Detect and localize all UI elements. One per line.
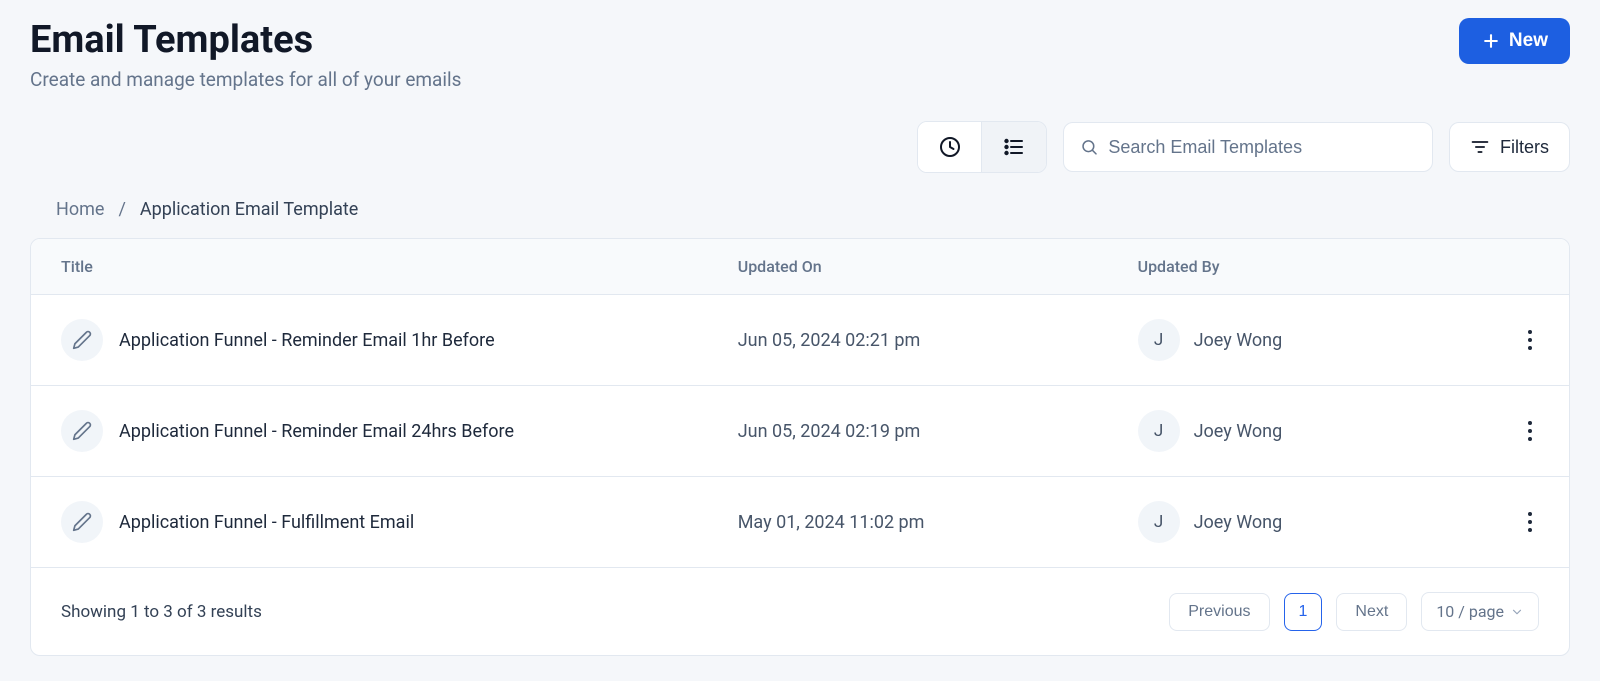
previous-button[interactable]: Previous	[1169, 593, 1269, 631]
template-title: Application Funnel - Reminder Email 1hr …	[119, 330, 495, 351]
filters-button[interactable]: Filters	[1449, 122, 1570, 172]
column-actions	[1489, 239, 1569, 295]
view-recent-button[interactable]	[918, 122, 982, 172]
results-summary: Showing 1 to 3 of 3 results	[61, 602, 262, 622]
pencil-icon	[61, 501, 103, 543]
filters-label: Filters	[1500, 137, 1549, 158]
view-list-button[interactable]	[982, 122, 1046, 172]
table-row[interactable]: Application Funnel - Reminder Email 24hr…	[31, 386, 1569, 477]
view-toggle	[917, 121, 1047, 173]
clock-icon	[938, 135, 962, 159]
row-actions-button[interactable]	[1521, 414, 1539, 448]
pagination: Previous 1 Next 10 / page	[1169, 592, 1539, 631]
chevron-down-icon	[1510, 605, 1524, 619]
updated-on: Jun 05, 2024 02:21 pm	[738, 330, 921, 351]
breadcrumb-home[interactable]: Home	[56, 199, 104, 220]
template-title: Application Funnel - Fulfillment Email	[119, 512, 414, 533]
avatar: J	[1138, 501, 1180, 543]
page-header: Email Templates Create and manage templa…	[30, 18, 1570, 91]
table-row[interactable]: Application Funnel - Reminder Email 1hr …	[31, 295, 1569, 386]
filter-icon	[1470, 137, 1490, 157]
column-updated-on: Updated On	[708, 239, 1108, 295]
search-icon	[1080, 137, 1098, 157]
templates-table: Title Updated On Updated By Application …	[30, 238, 1570, 656]
per-page-label: 10 / page	[1436, 602, 1504, 621]
page-title: Email Templates	[30, 18, 461, 62]
table-row[interactable]: Application Funnel - Fulfillment Email Ma…	[31, 477, 1569, 568]
page-subtitle: Create and manage templates for all of y…	[30, 68, 461, 91]
new-button-label: New	[1509, 30, 1548, 52]
avatar: J	[1138, 410, 1180, 452]
column-title: Title	[31, 239, 708, 295]
row-actions-button[interactable]	[1521, 323, 1539, 357]
page-number[interactable]: 1	[1284, 593, 1323, 631]
table-footer: Showing 1 to 3 of 3 results Previous 1 N…	[31, 567, 1569, 655]
search-input[interactable]	[1108, 137, 1416, 158]
updated-by-name: Joey Wong	[1194, 512, 1283, 533]
updated-by-name: Joey Wong	[1194, 421, 1283, 442]
row-actions-button[interactable]	[1521, 505, 1539, 539]
next-button[interactable]: Next	[1336, 593, 1407, 631]
toolbar: Filters	[30, 121, 1570, 173]
template-title: Application Funnel - Reminder Email 24hr…	[119, 421, 514, 442]
search-box[interactable]	[1063, 122, 1433, 172]
list-icon	[1002, 135, 1026, 159]
column-updated-by: Updated By	[1108, 239, 1489, 295]
pencil-icon	[61, 410, 103, 452]
new-button[interactable]: New	[1459, 18, 1570, 64]
plus-icon	[1481, 31, 1501, 51]
updated-on: May 01, 2024 11:02 pm	[738, 512, 925, 533]
updated-by-name: Joey Wong	[1194, 330, 1283, 351]
breadcrumb-separator: /	[118, 199, 125, 220]
per-page-select[interactable]: 10 / page	[1421, 592, 1539, 631]
pencil-icon	[61, 319, 103, 361]
updated-on: Jun 05, 2024 02:19 pm	[738, 421, 921, 442]
breadcrumb-current: Application Email Template	[140, 199, 358, 220]
avatar: J	[1138, 319, 1180, 361]
breadcrumb: Home / Application Email Template	[30, 199, 1570, 220]
